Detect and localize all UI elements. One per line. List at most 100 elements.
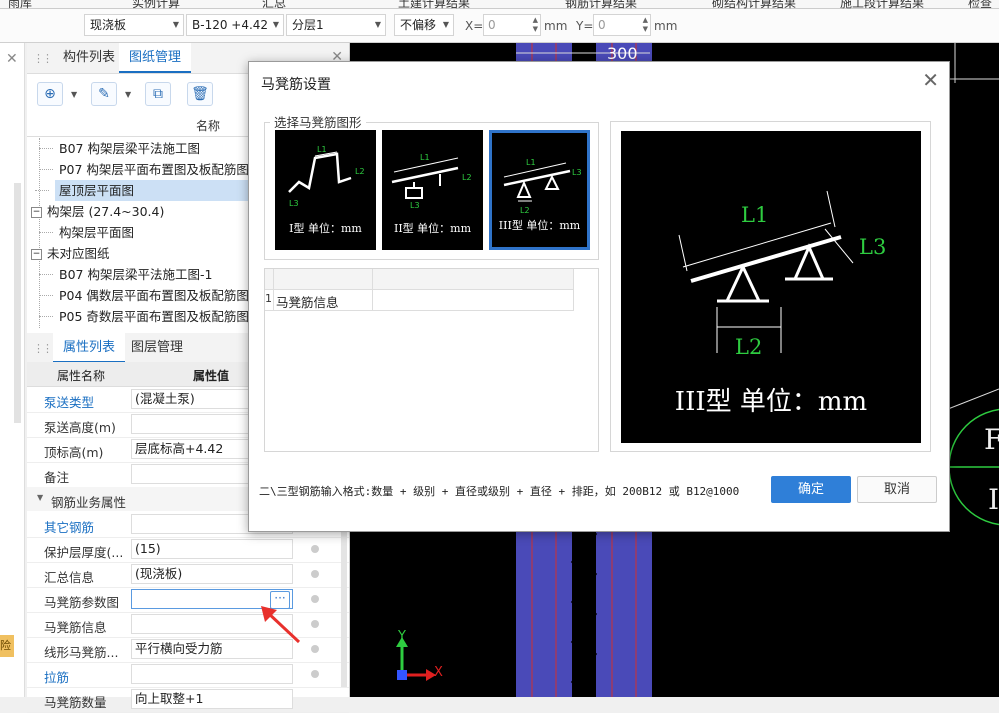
tree-guide — [39, 316, 53, 317]
tree-guide — [39, 232, 53, 233]
axis-line — [947, 388, 999, 410]
svg-text:L3: L3 — [289, 199, 299, 208]
type-select-value: 现浇板 — [90, 18, 127, 32]
shape-option-type-1[interactable]: L1 L2 L3 I型 单位：mm — [275, 130, 376, 250]
grid-value-cell[interactable] — [373, 290, 572, 310]
shape-caption: III型 单位：mm — [498, 219, 581, 232]
tab-drawing-management[interactable]: 图纸管理 — [119, 43, 192, 73]
property-name: 泵送高度(m) — [44, 420, 116, 435]
property-name: 马凳筋数量 — [44, 695, 107, 710]
drag-grip-icon[interactable]: ⋮⋮ — [33, 52, 53, 65]
type-1-shape-icon: L1 L2 L3 — [288, 145, 365, 208]
spinner-icon[interactable]: ▲ ▼ — [533, 16, 538, 34]
x-offset-input[interactable]: 0 ▲ ▼ — [483, 14, 541, 36]
status-dot-icon — [311, 570, 319, 578]
x-label: X= — [465, 19, 484, 33]
svg-text:L3: L3 — [572, 168, 582, 177]
property-name[interactable]: 拉筋 — [44, 667, 69, 686]
property-row: 汇总信息 (现浇板) — [27, 562, 349, 588]
preview-label-l3: L3 — [859, 235, 887, 259]
type-2-shape-icon: L1 L2 L3 — [391, 153, 472, 210]
layer-select[interactable]: 分层1 ▼ — [286, 14, 386, 36]
property-toolbar: 现浇板 ▼ B-120 +4.42 ▼ 分层1 ▼ 不偏移 ▼ X= 0 ▲ ▼ mm Y=… — [0, 9, 999, 43]
collapse-icon[interactable]: ▼ — [37, 493, 43, 502]
input-format-hint: 二\三型钢筋输入格式:数量 + 级别 + 直径或级别 + 直径 + 排距，如 2… — [259, 485, 740, 498]
status-dot-icon — [311, 545, 319, 553]
delete-icon[interactable]: 🗑 — [187, 82, 213, 106]
copy-drawing-icon[interactable]: ⧉ — [145, 82, 171, 106]
offset-select-value: 不偏移 — [400, 18, 437, 32]
status-dot-icon — [311, 620, 319, 628]
tab-component-list[interactable]: 构件列表 — [53, 43, 125, 73]
grid-divider — [573, 269, 574, 311]
property-value-field[interactable] — [131, 664, 293, 684]
add-drawing-icon[interactable]: ⊕ — [37, 82, 63, 106]
axis-bubble-label: I — [988, 483, 999, 516]
close-icon[interactable]: ✕ — [922, 68, 939, 92]
collapse-icon[interactable]: − — [31, 249, 42, 260]
left-collapsed-panel: ✕ 险 — [0, 43, 25, 697]
shape-option-type-2[interactable]: L1 L2 L3 II型 单位：mm — [382, 130, 483, 250]
tree-item[interactable]: − 构架层 (27.4~30.4) — [31, 201, 164, 222]
shape-group-legend: 选择马凳筋图形 — [270, 112, 366, 131]
property-value-field[interactable]: (15) — [131, 539, 293, 559]
property-name: 线形马凳筋... — [44, 645, 119, 660]
tree-item[interactable]: P04 偶数层平面布置图及板配筋图- — [39, 285, 253, 306]
offset-select[interactable]: 不偏移 ▼ — [394, 14, 454, 36]
rebar-info-grid: 1 马凳筋信息 — [264, 268, 599, 452]
tree-item-label: B07 构架层梁平法施工图-1 — [59, 267, 213, 282]
chevron-down-icon[interactable]: ▼ — [125, 90, 131, 99]
tree-item-label: P07 构架层平面布置图及板配筋图 — [59, 162, 249, 177]
tree-item[interactable]: B07 构架层梁平法施工图 — [39, 138, 200, 159]
spinner-icon[interactable]: ▲ ▼ — [643, 16, 648, 34]
tree-item[interactable]: B07 构架层梁平法施工图-1 — [39, 264, 213, 285]
tree-guide — [39, 169, 53, 170]
collapse-icon[interactable]: − — [31, 207, 42, 218]
tree-item[interactable]: P05 奇数层平面布置图及板配筋图 — [39, 306, 249, 327]
y-offset-input[interactable]: 0 ▲ ▼ — [593, 14, 651, 36]
tab-property-list[interactable]: 属性列表 — [53, 333, 126, 363]
property-value-field[interactable]: 向上取整+1 — [131, 689, 293, 709]
grid-row-label: 马凳筋信息 — [276, 295, 339, 310]
rebar-chair-dialog: 马凳筋设置 ✕ 选择马凳筋图形 L1 L2 L3 I型 单位：mm L1 L2 … — [248, 61, 950, 532]
svg-text:L3: L3 — [410, 201, 420, 210]
chevron-down-icon[interactable]: ▼ — [71, 90, 77, 99]
svg-text:L1: L1 — [317, 145, 327, 154]
tree-guide — [39, 138, 40, 328]
grid-header — [265, 269, 573, 290]
property-value: (混凝土泵) — [135, 391, 195, 406]
property-name[interactable]: 泵送类型 — [44, 392, 94, 411]
tree-guide — [39, 148, 53, 149]
status-dot-icon — [311, 645, 319, 653]
close-icon[interactable]: ✕ — [6, 51, 18, 67]
property-value-field[interactable]: (现浇板) — [131, 564, 293, 584]
chevron-down-icon: ▼ — [272, 20, 279, 29]
tree-item[interactable]: 构架层平面图 — [39, 222, 134, 243]
property-row: 马凳筋数量 向上取整+1 — [27, 687, 349, 713]
preview-canvas: L1 L3 L2 III型 单位：mm — [621, 131, 921, 443]
tree-item[interactable]: − 未对应图纸 — [31, 243, 110, 264]
annotation-arrow — [261, 606, 301, 644]
tree-item[interactable]: P07 构架层平面布置图及板配筋图 — [39, 159, 249, 180]
shape-caption: II型 单位：mm — [393, 222, 472, 235]
property-value: 平行横向受力筋 — [135, 641, 223, 656]
tree-guide — [35, 190, 49, 191]
shape-option-type-3[interactable]: L1 L3 L2 III型 单位：mm — [489, 130, 590, 250]
status-dot-icon — [311, 670, 319, 678]
property-name[interactable]: 其它钢筋 — [44, 517, 94, 536]
col-property-value: 属性值 — [193, 369, 230, 383]
y-unit: mm — [654, 19, 678, 33]
cancel-button[interactable]: 取消 — [857, 476, 937, 503]
type-select[interactable]: 现浇板 ▼ — [84, 14, 184, 36]
tab-layer-management[interactable]: 图层管理 — [121, 333, 193, 363]
svg-text:L2: L2 — [355, 167, 365, 176]
component-select[interactable]: B-120 +4.42 ▼ — [186, 14, 284, 36]
scrollbar[interactable] — [14, 183, 21, 423]
property-name: 顶标高(m) — [44, 445, 104, 460]
tree-guide — [39, 295, 53, 296]
tree-item-label: 屋顶层平面图 — [59, 183, 135, 198]
edit-drawing-icon[interactable]: ✎ — [91, 82, 117, 106]
drag-grip-icon[interactable]: ⋮⋮ — [33, 342, 53, 355]
tree-item-label: B07 构架层梁平法施工图 — [59, 141, 200, 156]
ok-button[interactable]: 确定 — [771, 476, 851, 503]
